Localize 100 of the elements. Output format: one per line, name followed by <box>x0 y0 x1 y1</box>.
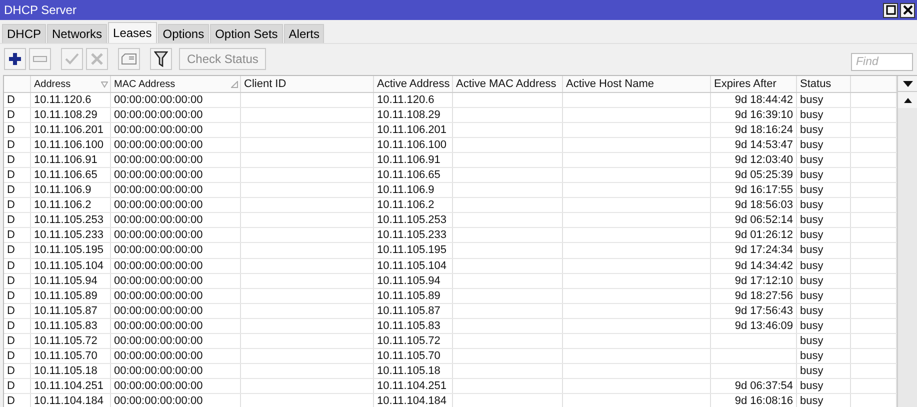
address-cell: 10.11.105.253 <box>31 213 111 228</box>
address-cell: 10.11.106.91 <box>31 153 111 168</box>
mac-cell: 00:00:00:00:00:00 <box>111 138 241 152</box>
flag-cell: D <box>4 318 31 333</box>
column-header[interactable]: Active Host Name <box>563 76 711 92</box>
comment-button[interactable] <box>118 48 140 70</box>
column-header[interactable]: MAC Address <box>111 76 241 92</box>
status-cell: busy <box>797 243 851 258</box>
tab[interactable]: Options <box>158 24 210 43</box>
active-address-cell: 10.11.105.104 <box>374 258 453 273</box>
column-header[interactable]: Status <box>797 76 851 92</box>
maximize-icon <box>886 5 896 15</box>
active-address-cell: 10.11.120.6 <box>374 93 453 108</box>
active-address-cell: 10.11.106.201 <box>374 123 453 138</box>
flag-cell: D <box>4 183 31 198</box>
column-header[interactable]: Address <box>31 76 111 92</box>
flag-cell: D <box>4 243 31 258</box>
status-cell: busy <box>797 288 851 303</box>
tab[interactable]: Option Sets <box>210 24 283 43</box>
address-cell: 10.11.105.87 <box>31 304 111 318</box>
address-cell: 10.11.106.100 <box>31 138 111 152</box>
expires-cell: 9d 16:17:55 <box>711 183 797 198</box>
status-cell: busy <box>797 213 851 228</box>
flag-cell: D <box>4 168 31 182</box>
column-menu-button[interactable] <box>898 76 917 92</box>
tab[interactable]: DHCP <box>2 24 46 43</box>
minus-icon <box>33 56 47 62</box>
status-cell: busy <box>797 364 851 378</box>
active-address-cell: 10.11.105.89 <box>374 288 453 303</box>
status-cell: busy <box>797 138 851 152</box>
enable-button[interactable] <box>61 48 83 70</box>
close-button[interactable] <box>900 2 915 18</box>
status-cell: busy <box>797 183 851 198</box>
note-icon <box>121 53 137 65</box>
address-cell: 10.11.105.72 <box>31 334 111 348</box>
mac-cell: 00:00:00:00:00:00 <box>111 364 241 378</box>
disable-button[interactable] <box>86 48 108 70</box>
mac-cell: 00:00:00:00:00:00 <box>111 274 241 288</box>
active-address-cell: 10.11.106.9 <box>374 183 453 198</box>
address-cell: 10.11.104.251 <box>31 378 111 393</box>
flag-cell: D <box>4 348 31 363</box>
address-cell: 10.11.104.184 <box>31 394 111 407</box>
mac-cell: 00:00:00:00:00:00 <box>111 198 241 212</box>
scroll-bar[interactable] <box>897 76 917 407</box>
column-header[interactable]: Active MAC Address <box>453 76 563 92</box>
active-address-cell: 10.11.104.251 <box>374 378 453 393</box>
filter-button[interactable] <box>150 48 172 70</box>
caret-up-icon <box>904 98 912 102</box>
expires-cell: 9d 14:53:47 <box>711 138 797 152</box>
expires-cell: 9d 13:46:09 <box>711 318 797 333</box>
active-address-cell: 10.11.105.195 <box>374 243 453 258</box>
cross-icon <box>91 53 103 65</box>
flag-cell: D <box>4 288 31 303</box>
expires-cell: 9d 06:52:14 <box>711 213 797 228</box>
tab[interactable]: Networks <box>47 24 108 43</box>
status-cell: busy <box>797 334 851 348</box>
expires-cell: 9d 16:39:10 <box>711 108 797 122</box>
flag-cell: D <box>4 364 31 378</box>
add-button[interactable] <box>4 48 26 70</box>
address-cell: 10.11.106.2 <box>31 198 111 212</box>
flag-cell: D <box>4 258 31 273</box>
flag-cell: D <box>4 334 31 348</box>
address-cell: 10.11.105.94 <box>31 274 111 288</box>
active-address-cell: 10.11.105.233 <box>374 228 453 242</box>
column-header[interactable]: Expires After <box>711 76 797 92</box>
mac-cell: 00:00:00:00:00:00 <box>111 153 241 168</box>
address-cell: 10.11.106.9 <box>31 183 111 198</box>
find-field[interactable]: Find <box>851 53 913 71</box>
flag-cell: D <box>4 138 31 152</box>
expires-cell: 9d 18:27:56 <box>711 288 797 303</box>
address-cell: 10.11.105.104 <box>31 258 111 273</box>
status-cell: busy <box>797 198 851 212</box>
active-address-cell: 10.11.106.65 <box>374 168 453 182</box>
address-cell: 10.11.105.70 <box>31 348 111 363</box>
mac-cell: 00:00:00:00:00:00 <box>111 228 241 242</box>
expires-cell: 9d 17:56:43 <box>711 304 797 318</box>
expires-cell: 9d 01:26:12 <box>711 228 797 242</box>
status-cell: busy <box>797 378 851 393</box>
active-address-cell: 10.11.105.70 <box>374 348 453 363</box>
status-cell: busy <box>797 168 851 182</box>
address-cell: 10.11.105.89 <box>31 288 111 303</box>
mac-cell: 00:00:00:00:00:00 <box>111 378 241 393</box>
tab[interactable]: Leases <box>108 22 157 43</box>
status-cell: busy <box>797 108 851 122</box>
status-cell: busy <box>797 274 851 288</box>
sort-icon <box>101 80 108 88</box>
column-header[interactable]: Active Address <box>374 76 453 92</box>
column-header[interactable]: Client ID <box>241 76 374 92</box>
status-cell: busy <box>797 304 851 318</box>
active-address-cell: 10.11.104.184 <box>374 394 453 407</box>
tab[interactable]: Alerts <box>284 24 324 43</box>
scroll-up-button[interactable] <box>898 92 917 108</box>
flag-cell: D <box>4 378 31 393</box>
flag-cell: D <box>4 93 31 108</box>
caret-down-icon <box>902 80 912 86</box>
address-cell: 10.11.108.29 <box>31 108 111 122</box>
maximize-button[interactable] <box>883 2 898 18</box>
address-cell: 10.11.106.65 <box>31 168 111 182</box>
mac-cell: 00:00:00:00:00:00 <box>111 93 241 108</box>
expires-cell: 9d 18:44:42 <box>711 93 797 108</box>
